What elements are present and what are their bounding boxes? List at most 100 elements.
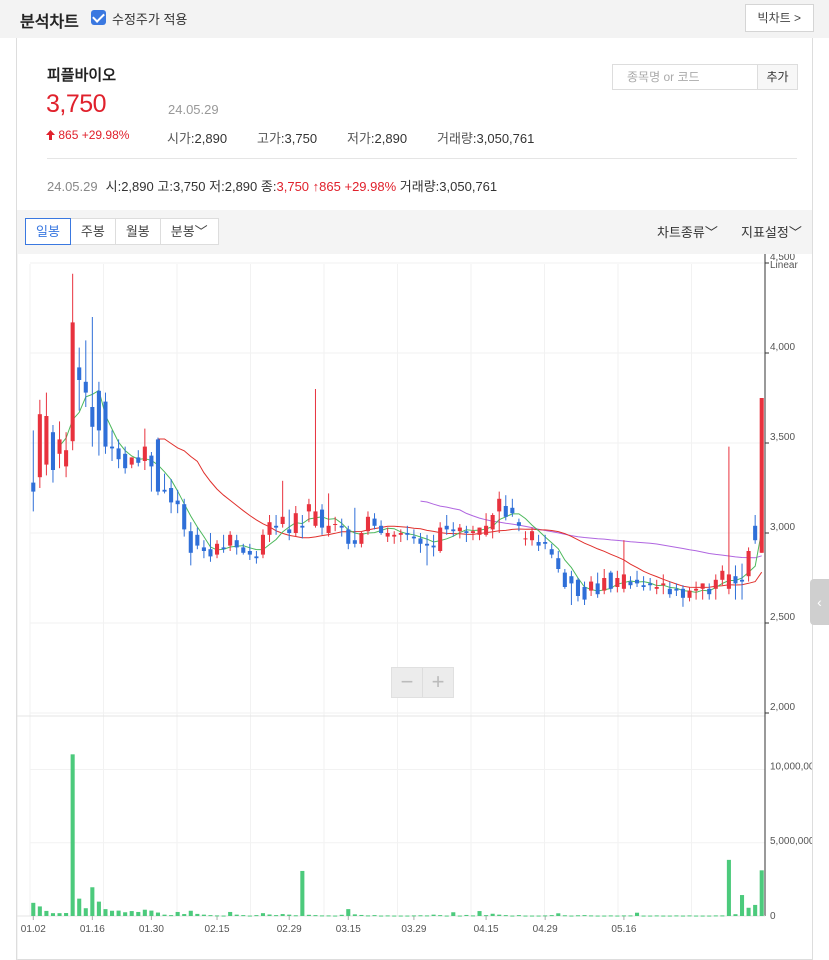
candle-body — [759, 398, 764, 553]
stat-high: 고가:3,750 — [257, 131, 318, 146]
volume-bar — [497, 914, 502, 916]
volume-bar — [182, 914, 187, 916]
candle-body — [444, 525, 449, 530]
candle-body — [247, 551, 252, 555]
side-panel-toggle[interactable]: ‹ — [810, 579, 829, 625]
tab-monthly[interactable]: 월봉 — [114, 218, 161, 245]
volume-bar — [490, 913, 495, 916]
candle-body — [44, 416, 49, 465]
candle-body — [136, 457, 141, 463]
volume-bar — [129, 911, 134, 916]
candle-body — [175, 500, 180, 505]
volume-bar — [431, 914, 436, 916]
top-bar: 분석차트 수정주가 적용 빅차트 > — [0, 0, 829, 38]
volume-bar — [726, 859, 731, 916]
zoom-in-button[interactable]: + — [423, 668, 453, 697]
candle-body — [64, 450, 69, 467]
candle-body — [536, 542, 541, 546]
candle-body — [96, 390, 101, 431]
volume-bar — [529, 915, 535, 917]
price-tick-label: 4,000 — [770, 342, 795, 353]
candle-body — [457, 527, 462, 532]
candle-body — [477, 527, 482, 535]
volume-bar — [142, 909, 147, 916]
big-chart-button[interactable]: 빅차트 > — [744, 4, 814, 32]
tab-minute[interactable]: 분봉﹀ — [159, 218, 219, 245]
date-tick-label: 04.15 — [474, 924, 499, 935]
price-chart[interactable]: Linear 4,500 4,000 3,500 3,000 2,500 2,000 10,0… — [16, 252, 820, 960]
volume-tick-label: 10,000,000 — [770, 761, 812, 772]
candle-body — [549, 549, 554, 555]
price-change: 865 +29.98% — [46, 128, 129, 142]
volume-bar — [169, 915, 174, 917]
candle-body — [661, 583, 666, 586]
volume-bar — [687, 915, 692, 917]
indicator-settings-dropdown[interactable]: 지표설정﹀ — [741, 222, 802, 241]
tab-weekly[interactable]: 주봉 — [69, 218, 116, 245]
candle-body — [359, 533, 364, 544]
adjusted-price-checkbox[interactable] — [91, 10, 106, 25]
ohlc-summary: 24.05.29 시:2,890 고:3,750 저:2,890 종:3,750 … — [47, 179, 498, 194]
volume-bar — [136, 911, 141, 916]
candle-body — [90, 407, 95, 427]
price-tick-label: 3,000 — [770, 522, 795, 533]
volume-bar — [214, 915, 220, 917]
volume-bar — [31, 902, 36, 916]
date-tick-label: 04.29 — [533, 924, 558, 935]
volume-bar — [339, 914, 344, 916]
volume-bar — [753, 904, 758, 916]
price-tick-label: 2,000 — [770, 702, 795, 713]
volume-bar — [123, 912, 128, 916]
volume-bar — [621, 915, 626, 917]
candle-body — [680, 588, 686, 598]
volume-bar — [667, 915, 672, 917]
volume-bar — [155, 912, 161, 916]
candle-body — [379, 525, 384, 533]
volume-bar — [674, 915, 679, 917]
volume-bar — [96, 901, 101, 916]
volume-bar — [438, 915, 443, 917]
page-title: 분석차트 — [20, 14, 79, 31]
zoom-out-button[interactable]: − — [392, 668, 423, 697]
date-tick-label: 02.15 — [205, 924, 230, 935]
add-stock-button[interactable]: 추가 — [757, 64, 798, 90]
volume-bar — [293, 915, 298, 917]
volume-bar — [510, 915, 515, 917]
volume-bar — [739, 895, 745, 916]
volume-bar — [759, 870, 764, 916]
candle-body — [339, 525, 344, 528]
ohlc-high: 3,750 — [172, 179, 206, 194]
volume-bar — [470, 915, 476, 917]
volume-bar — [247, 915, 252, 917]
stock-search-input[interactable]: 종목명 or 코드 — [612, 64, 758, 90]
candle-body — [129, 457, 134, 465]
candle-body — [169, 488, 174, 503]
volume-bar — [326, 915, 331, 917]
adjusted-price-label[interactable]: 수정주가 적용 — [112, 9, 187, 28]
candle-body — [694, 588, 699, 591]
volume-bar — [260, 913, 266, 916]
volume-bar — [444, 915, 449, 917]
volume-bar — [405, 915, 410, 917]
chart-type-dropdown[interactable]: 차트종류﹀ — [657, 222, 718, 241]
candle-body — [182, 504, 187, 530]
tab-daily[interactable]: 일봉 — [25, 218, 71, 245]
candle-body — [497, 498, 502, 512]
candle-body — [634, 579, 640, 584]
volume-bar — [201, 914, 206, 916]
candle-body — [733, 576, 738, 584]
candle-body — [595, 583, 600, 595]
candle-body — [372, 518, 377, 526]
candle-body — [31, 482, 36, 492]
candle-body — [405, 533, 410, 535]
candle-body — [575, 579, 581, 596]
ohlc-low-label: 저 — [209, 179, 222, 194]
candlestick-chart-svg[interactable]: Linear4,5004,0003,5003,0002,5002,00010,0… — [16, 252, 820, 960]
volume-bar — [634, 912, 640, 916]
candle-body — [720, 570, 725, 580]
candle-body — [195, 534, 200, 546]
candle-body — [470, 531, 476, 533]
volume-bar — [575, 915, 581, 917]
candle-body — [431, 545, 436, 548]
period-tabs: 일봉 주봉 월봉 분봉﹀ — [25, 218, 219, 245]
